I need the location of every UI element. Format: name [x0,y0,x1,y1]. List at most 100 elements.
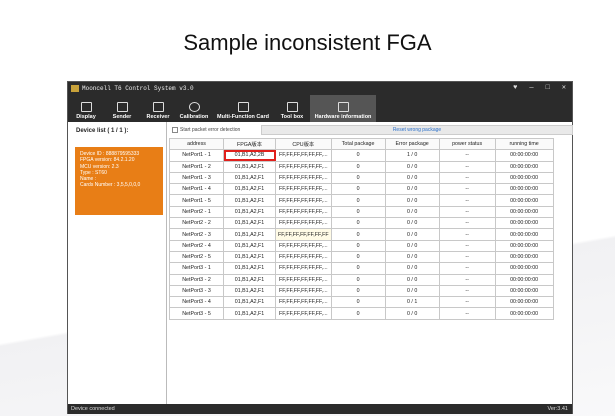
cell-cpu-version[interactable]: FF,FF,FF,FF,FF,FF,... [275,262,332,275]
cell-cpu-version[interactable]: FF,FF,FF,FF,FF,FF,... [275,296,332,309]
cell-address: NetPort1 - 1 [169,149,224,162]
cell-fpga-version: 01,B1,A2,F1 [223,250,276,264]
cell-running-time: 00:00:00:00 [494,250,554,264]
toolbar-hardware-information[interactable]: Hardware information [310,95,376,122]
cell-cpu-version[interactable]: FF,FF,FF,FF,FF,FF,... [275,194,332,207]
cell-error-package: 0 / 0 [384,250,440,264]
cell-running-time: 00:00:00:00 [494,205,554,219]
cell-cpu-version[interactable]: FF,FF,FF,FF,FF,FF,... [275,250,332,264]
table-row[interactable]: NetPort1 - 5 01,B1,A2,F1 FF,FF,FF,FF,FF,FF… [169,194,554,207]
cell-fpga-version: 01,B1,A2,F1 [223,284,276,298]
table-row[interactable]: NetPort3 - 4 01,B1,A2,F1 FF,FF,FF,FF,FF,FF… [169,296,554,309]
cell-address: NetPort3 - 4 [169,296,224,309]
packet-error-checkbox[interactable] [172,127,178,133]
table-row[interactable]: NetPort3 - 1 01,B1,A2,F1 FF,FF,FF,FF,FF,FF… [169,262,554,275]
minimize-button[interactable]: — [529,82,533,95]
table-row[interactable]: NetPort2 - 1 01,B1,A2,F1 FF,FF,FF,FF,FF,FF… [169,205,554,219]
table-row[interactable]: NetPort3 - 3 01,B1,A2,F1 FF,FF,FF,FF,FF,FF… [169,284,554,298]
header-cpu[interactable]: CPU版本 [275,137,332,151]
maximize-button[interactable]: □ [546,82,550,95]
table-row[interactable]: NetPort1 - 4 01,B1,A2,F1 FF,FF,FF,FF,FF,FF… [169,183,554,196]
cell-cpu-version[interactable]: FF,FF,FF,FF,FF,FF,... [275,183,332,196]
cell-address: NetPort1 - 3 [169,171,224,185]
table-row[interactable]: NetPort2 - 4 01,B1,A2,F1 FF,FF,FF,FF,FF,FF… [169,239,554,252]
cell-fpga-version: 01,B1,A2,2B [223,149,276,162]
toolbar-label: Sender [112,114,132,120]
toolbar-multi-function-card[interactable]: Multi-Function Card [212,95,274,122]
header-power-status[interactable]: power status [438,137,496,151]
toolbar-label: Hardware information [314,114,372,120]
reset-wrong-package-button[interactable]: Reset wrong package [261,125,573,135]
cell-power-status: -- [438,217,496,230]
cell-running-time: 00:00:00:00 [494,171,554,185]
favorite-icon[interactable]: ♥ [513,82,517,95]
header-address[interactable]: address [169,137,224,151]
cell-cpu-version[interactable]: FF,FF,FF,FF,FF,FF,... [275,273,332,286]
table-body: NetPort1 - 1 01,B1,A2,2B FF,FF,FF,FF,FF,FF… [169,149,554,320]
cell-running-time: 00:00:00:00 [494,149,554,162]
cell-cpu-version[interactable]: FF,FF,FF,FF,FF,FF,... [275,307,332,320]
toolbar-label: Tool box [280,114,304,120]
cell-running-time: 00:00:00:00 [494,217,554,230]
toolbar-label: Multi-Function Card [217,114,269,120]
cell-cpu-version[interactable]: FF,FF,FF,FF,FF,FF,... [275,217,332,230]
cell-power-status: -- [438,194,496,207]
hardware-table: address FPGA版本 CPU版本 Total package Error… [169,137,554,320]
palette-icon [188,102,200,112]
table-row[interactable]: NetPort2 - 5 01,B1,A2,F1 FF,FF,FF,FF,FF,FF… [169,250,554,264]
table-row[interactable]: NetPort1 - 2 01,B1,A2,F1 FF,FF,FF,FF,FF,FF… [169,160,554,173]
table-row[interactable]: NetPort2 - 2 01,B1,A2,F1 FF,FF,FF,FF,FF,FF… [169,217,554,230]
toolbar-tool-box[interactable]: Tool box [274,95,310,122]
cell-address: NetPort2 - 2 [169,217,224,230]
window-controls: ♥ — □ ✕ [513,82,566,95]
cell-address: NetPort1 - 4 [169,183,224,196]
cell-cpu-version[interactable]: FF,FF,FF,FF,FF,FF,... [275,284,332,298]
cell-error-package: 0 / 1 [384,296,440,309]
table-row[interactable]: NetPort1 - 3 01,B1,A2,F1 FF,FF,FF,FF,FF,FF… [169,171,554,185]
cell-cpu-version[interactable]: FF,FF,FF,FF,FF,FF,... [275,239,332,252]
cell-running-time: 00:00:00:00 [494,296,554,309]
cell-power-status: -- [438,228,496,241]
table-row[interactable]: NetPort1 - 1 01,B1,A2,2B FF,FF,FF,FF,FF,FF… [169,149,554,162]
cell-power-status: -- [438,149,496,162]
cell-fpga-version: 01,B1,A2,F1 [223,171,276,185]
toolbar-label: Display [76,114,96,120]
table-row[interactable]: NetPort3 - 5 01,B1,A2,F1 FF,FF,FF,FF,FF,FF… [169,307,554,320]
cell-total-package: 0 [330,250,386,264]
cell-power-status: -- [438,250,496,264]
toolbar-receiver[interactable]: Receiver [140,95,176,122]
app-title: Mooncell T6 Control System v3.0 [82,85,194,92]
cell-running-time: 00:00:00:00 [494,194,554,207]
toolbar-calibration[interactable]: Calibration [176,95,212,122]
cell-cpu-version[interactable]: FF,FF,FF,FF,FF,FF,... [275,160,332,173]
cell-total-package: 0 [330,228,386,241]
table-row[interactable]: NetPort3 - 2 01,B1,A2,F1 FF,FF,FF,FF,FF,FF… [169,273,554,286]
cell-error-package: 1 / 0 [384,149,440,162]
cell-fpga-version: 01,B1,A2,F1 [223,262,276,275]
cell-address: NetPort3 - 5 [169,307,224,320]
cell-power-status: -- [438,239,496,252]
header-fpga[interactable]: FPGA版本 [223,137,276,151]
cell-total-package: 0 [330,171,386,185]
cell-error-package: 0 / 0 [384,284,440,298]
header-total-package[interactable]: Total package [330,137,386,151]
cell-fpga-version: 01,B1,A2,F1 [223,194,276,207]
slide-title: Sample inconsistent FGA [183,30,432,55]
toolbar-sender[interactable]: Sender [104,95,140,122]
header-error-package[interactable]: Error package [384,137,440,151]
cell-fpga-version: 01,B1,A2,F1 [223,239,276,252]
cell-cpu-version[interactable]: FF,FF,FF,FF,FF,FF,... [275,171,332,185]
cell-total-package: 0 [330,273,386,286]
card-icon [237,102,249,112]
header-running-time[interactable]: running time [494,137,554,151]
device-card[interactable]: Device ID : 888879595333 FPGA version: 8… [75,147,163,215]
toolbar-display[interactable]: Display [68,95,104,122]
cell-cpu-version[interactable]: FF,FF,FF,FF,FF,FF,FF [275,228,332,241]
cell-cpu-version[interactable]: FF,FF,FF,FF,FF,FF,... [275,205,332,219]
version-label: Ver:3.41 [547,406,569,412]
table-row[interactable]: NetPort2 - 3 01,B1,A2,F1 FF,FF,FF,FF,FF,FF… [169,228,554,241]
cell-cpu-version[interactable]: FF,FF,FF,FF,FF,FF,... [275,149,332,162]
cell-power-status: -- [438,205,496,219]
chip-icon [152,102,164,112]
close-button[interactable]: ✕ [562,82,566,95]
